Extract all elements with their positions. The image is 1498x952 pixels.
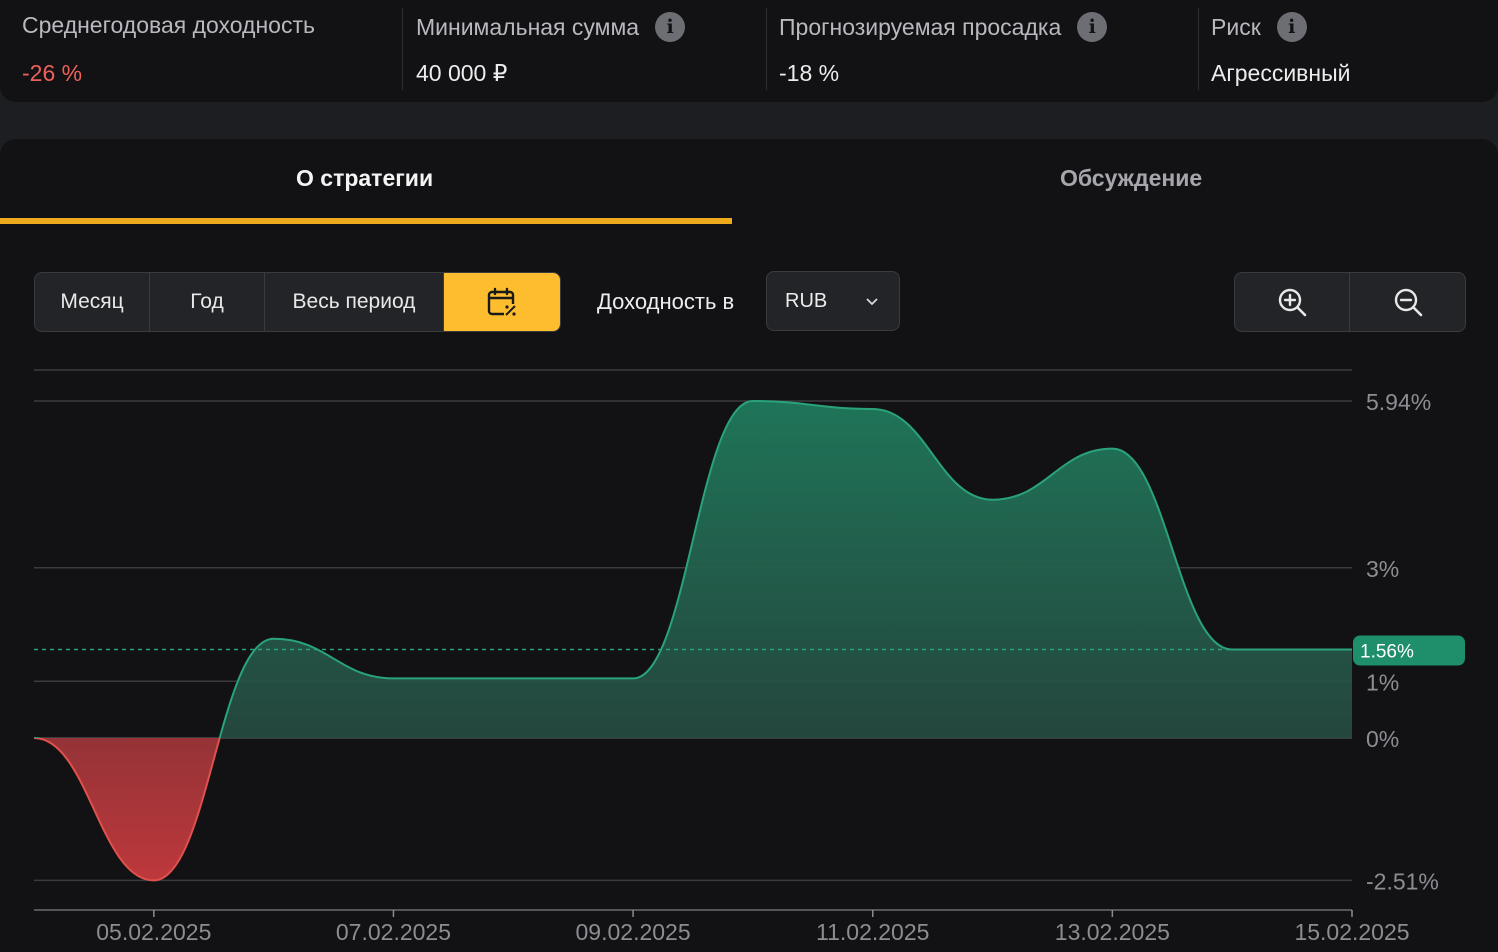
chart-areas xyxy=(33,399,1352,882)
y-tick-label: -2.51% xyxy=(1366,868,1439,894)
x-tick-label: 11.02.2025 xyxy=(816,919,929,945)
current-value-badge: 1.56% xyxy=(1353,635,1465,666)
x-tick-label: 15.02.2025 xyxy=(1294,919,1409,945)
y-tick-label: 0% xyxy=(1366,726,1399,752)
yield-chart[interactable]: 5.94% 3% 1% 0% -2.51% 05.02.2025 07.02.2025 09… xyxy=(0,0,1498,952)
positive-area xyxy=(34,401,1352,738)
current-value-label: 1.56% xyxy=(1360,641,1414,662)
x-tick-label: 07.02.2025 xyxy=(336,919,451,945)
chart-x-axis: 05.02.2025 07.02.2025 09.02.2025 11.02.2025… xyxy=(34,909,1410,945)
y-tick-label: 5.94% xyxy=(1366,389,1431,415)
x-tick-label: 09.02.2025 xyxy=(576,919,691,945)
y-tick-label: 1% xyxy=(1366,669,1399,695)
y-tick-label: 3% xyxy=(1366,556,1399,582)
x-tick-label: 13.02.2025 xyxy=(1055,919,1170,945)
x-tick-label: 05.02.2025 xyxy=(96,919,211,945)
